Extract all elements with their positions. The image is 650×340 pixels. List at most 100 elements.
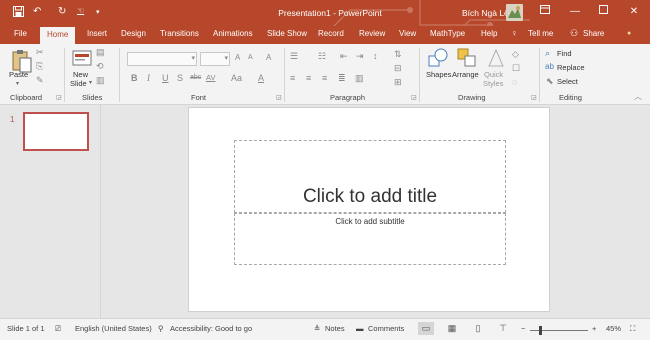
align-left-icon[interactable]: ≡ xyxy=(290,73,295,83)
align-center-icon[interactable]: ≡ xyxy=(306,73,311,83)
character-spacing-button[interactable]: AV xyxy=(206,73,215,82)
redo-icon[interactable]: ↻ xyxy=(58,6,66,17)
drawing-launcher-icon[interactable]: ◲ xyxy=(531,94,537,101)
shrink-font-icon[interactable]: A xyxy=(248,54,253,61)
tab-insert[interactable]: Insert xyxy=(87,29,107,38)
minimize-icon[interactable]: — xyxy=(565,4,585,20)
subtitle-placeholder[interactable]: Click to add subtitle xyxy=(234,213,506,265)
accessibility-status[interactable]: Accessibility: Good to go xyxy=(170,324,252,333)
zoom-level[interactable]: 45% xyxy=(606,324,621,333)
tab-help[interactable]: Help xyxy=(481,29,497,38)
smartart-icon[interactable]: ⊞ xyxy=(394,77,402,88)
paragraph-launcher-icon[interactable]: ◲ xyxy=(411,94,417,101)
shapes-icon[interactable] xyxy=(428,48,448,68)
shape-fill-icon[interactable]: ◇ xyxy=(512,49,519,60)
share-button[interactable]: Share xyxy=(583,29,604,38)
numbering-icon[interactable]: ☷ xyxy=(318,51,326,62)
title-placeholder[interactable]: Click to add title xyxy=(234,140,506,213)
reading-view-icon[interactable]: ▯ xyxy=(470,322,486,335)
new-slide-label-2[interactable]: Slide xyxy=(70,79,87,88)
touch-mode-icon[interactable]: ☜ xyxy=(77,6,84,15)
select-icon[interactable]: ⬉ xyxy=(546,76,554,87)
format-painter-icon[interactable]: ✎ xyxy=(36,75,44,86)
tab-slide-show[interactable]: Slide Show xyxy=(267,29,307,38)
user-name[interactable]: Bích Ngà Lê xyxy=(462,8,509,18)
bold-button[interactable]: B xyxy=(131,73,138,83)
quick-styles-label-2[interactable]: Styles xyxy=(483,79,503,88)
strikethrough-button[interactable]: abc xyxy=(190,74,201,81)
normal-view-icon[interactable]: ▭ xyxy=(418,322,434,335)
find-icon[interactable]: ⌕ xyxy=(545,48,550,59)
align-right-icon[interactable]: ≡ xyxy=(322,73,327,83)
section-icon[interactable]: ▥ xyxy=(96,75,105,86)
shapes-button[interactable]: Shapes xyxy=(426,70,451,79)
grow-font-icon[interactable]: A xyxy=(235,53,240,62)
tab-review[interactable]: Review xyxy=(359,29,385,38)
italic-button[interactable]: I xyxy=(147,73,150,83)
font-size-combobox[interactable]: ▾ xyxy=(200,52,230,66)
notes-button[interactable]: Notes xyxy=(325,324,345,333)
zoom-out-button[interactable]: − xyxy=(521,324,525,333)
decrease-indent-icon[interactable]: ⇤ xyxy=(340,51,348,62)
tab-design[interactable]: Design xyxy=(121,29,146,38)
font-launcher-icon[interactable]: ◲ xyxy=(276,94,282,101)
change-case-button[interactable]: Aa xyxy=(231,73,242,83)
tab-mathtype[interactable]: MathType xyxy=(430,29,465,38)
clear-formatting-icon[interactable]: A xyxy=(266,53,271,62)
cut-icon[interactable]: ✂ xyxy=(36,47,44,58)
maximize-icon[interactable] xyxy=(593,4,613,20)
replace-button[interactable]: Replace xyxy=(557,63,585,72)
justify-icon[interactable]: ≣ xyxy=(338,73,346,84)
align-text-icon[interactable]: ⊟ xyxy=(394,63,402,74)
tell-me-search[interactable]: Tell me xyxy=(528,29,553,38)
bullets-icon[interactable]: ☰ xyxy=(290,51,298,62)
tab-view[interactable]: View xyxy=(399,29,416,38)
quick-styles-label-1[interactable]: Quick xyxy=(484,70,503,79)
text-direction-icon[interactable]: ⇅ xyxy=(394,49,402,60)
line-spacing-icon[interactable]: ↕ xyxy=(373,51,378,61)
select-button[interactable]: Select xyxy=(557,77,578,86)
tab-transitions[interactable]: Transitions xyxy=(160,29,199,38)
find-button[interactable]: Find xyxy=(557,49,572,58)
arrange-icon[interactable] xyxy=(457,48,477,68)
font-size-dropdown-icon[interactable]: ▾ xyxy=(224,54,228,62)
columns-icon[interactable]: ▥ xyxy=(355,73,364,84)
ribbon-display-options-icon[interactable] xyxy=(535,4,555,20)
avatar[interactable] xyxy=(506,4,523,21)
tab-file[interactable]: File xyxy=(14,29,27,38)
undo-icon[interactable]: ↶ xyxy=(33,6,41,17)
shape-outline-icon[interactable]: ☐ xyxy=(512,63,520,74)
clipboard-launcher-icon[interactable]: ◲ xyxy=(56,94,62,101)
paste-dropdown-icon[interactable]: ▾ xyxy=(16,80,19,89)
arrange-button[interactable]: Arrange xyxy=(452,70,479,79)
comments-button[interactable]: Comments xyxy=(368,324,404,333)
zoom-in-button[interactable]: + xyxy=(592,324,596,333)
copy-icon[interactable]: ⎘ xyxy=(36,61,43,72)
font-name-dropdown-icon[interactable]: ▾ xyxy=(191,54,195,62)
tab-animations[interactable]: Animations xyxy=(213,29,253,38)
fit-to-window-icon[interactable]: ⛶ xyxy=(630,324,635,334)
language-status[interactable]: English (United States) xyxy=(75,324,152,333)
underline-button[interactable]: U xyxy=(162,73,169,83)
font-color-button[interactable]: A xyxy=(258,73,264,83)
new-slide-icon[interactable] xyxy=(72,48,92,68)
save-icon[interactable] xyxy=(13,6,24,20)
layout-icon[interactable]: ▤ xyxy=(96,47,105,58)
new-slide-label-1[interactable]: New xyxy=(73,70,88,79)
new-slide-dropdown-icon[interactable]: ▾ xyxy=(89,79,92,88)
reset-icon[interactable]: ⟲ xyxy=(96,61,104,72)
shape-effects-icon[interactable]: ◌ xyxy=(512,77,517,87)
tab-record[interactable]: Record xyxy=(318,29,344,38)
customize-qat-icon[interactable]: ▾ xyxy=(96,8,100,16)
tab-home[interactable]: Home xyxy=(40,27,76,44)
paste-button[interactable]: Paste xyxy=(9,70,28,79)
close-icon[interactable]: ✕ xyxy=(624,4,644,20)
slide-thumbnail[interactable] xyxy=(23,112,89,151)
slide-show-view-icon[interactable]: ⊤ xyxy=(495,322,511,335)
collapse-ribbon-icon[interactable]: ︿ xyxy=(634,91,642,102)
quick-styles-icon[interactable] xyxy=(487,48,505,68)
slide-sorter-view-icon[interactable]: ▦ xyxy=(444,322,460,335)
replace-icon[interactable]: ab xyxy=(545,62,554,71)
notification-dot-icon[interactable]: ● xyxy=(627,30,631,37)
shadow-button[interactable]: S xyxy=(177,73,183,83)
